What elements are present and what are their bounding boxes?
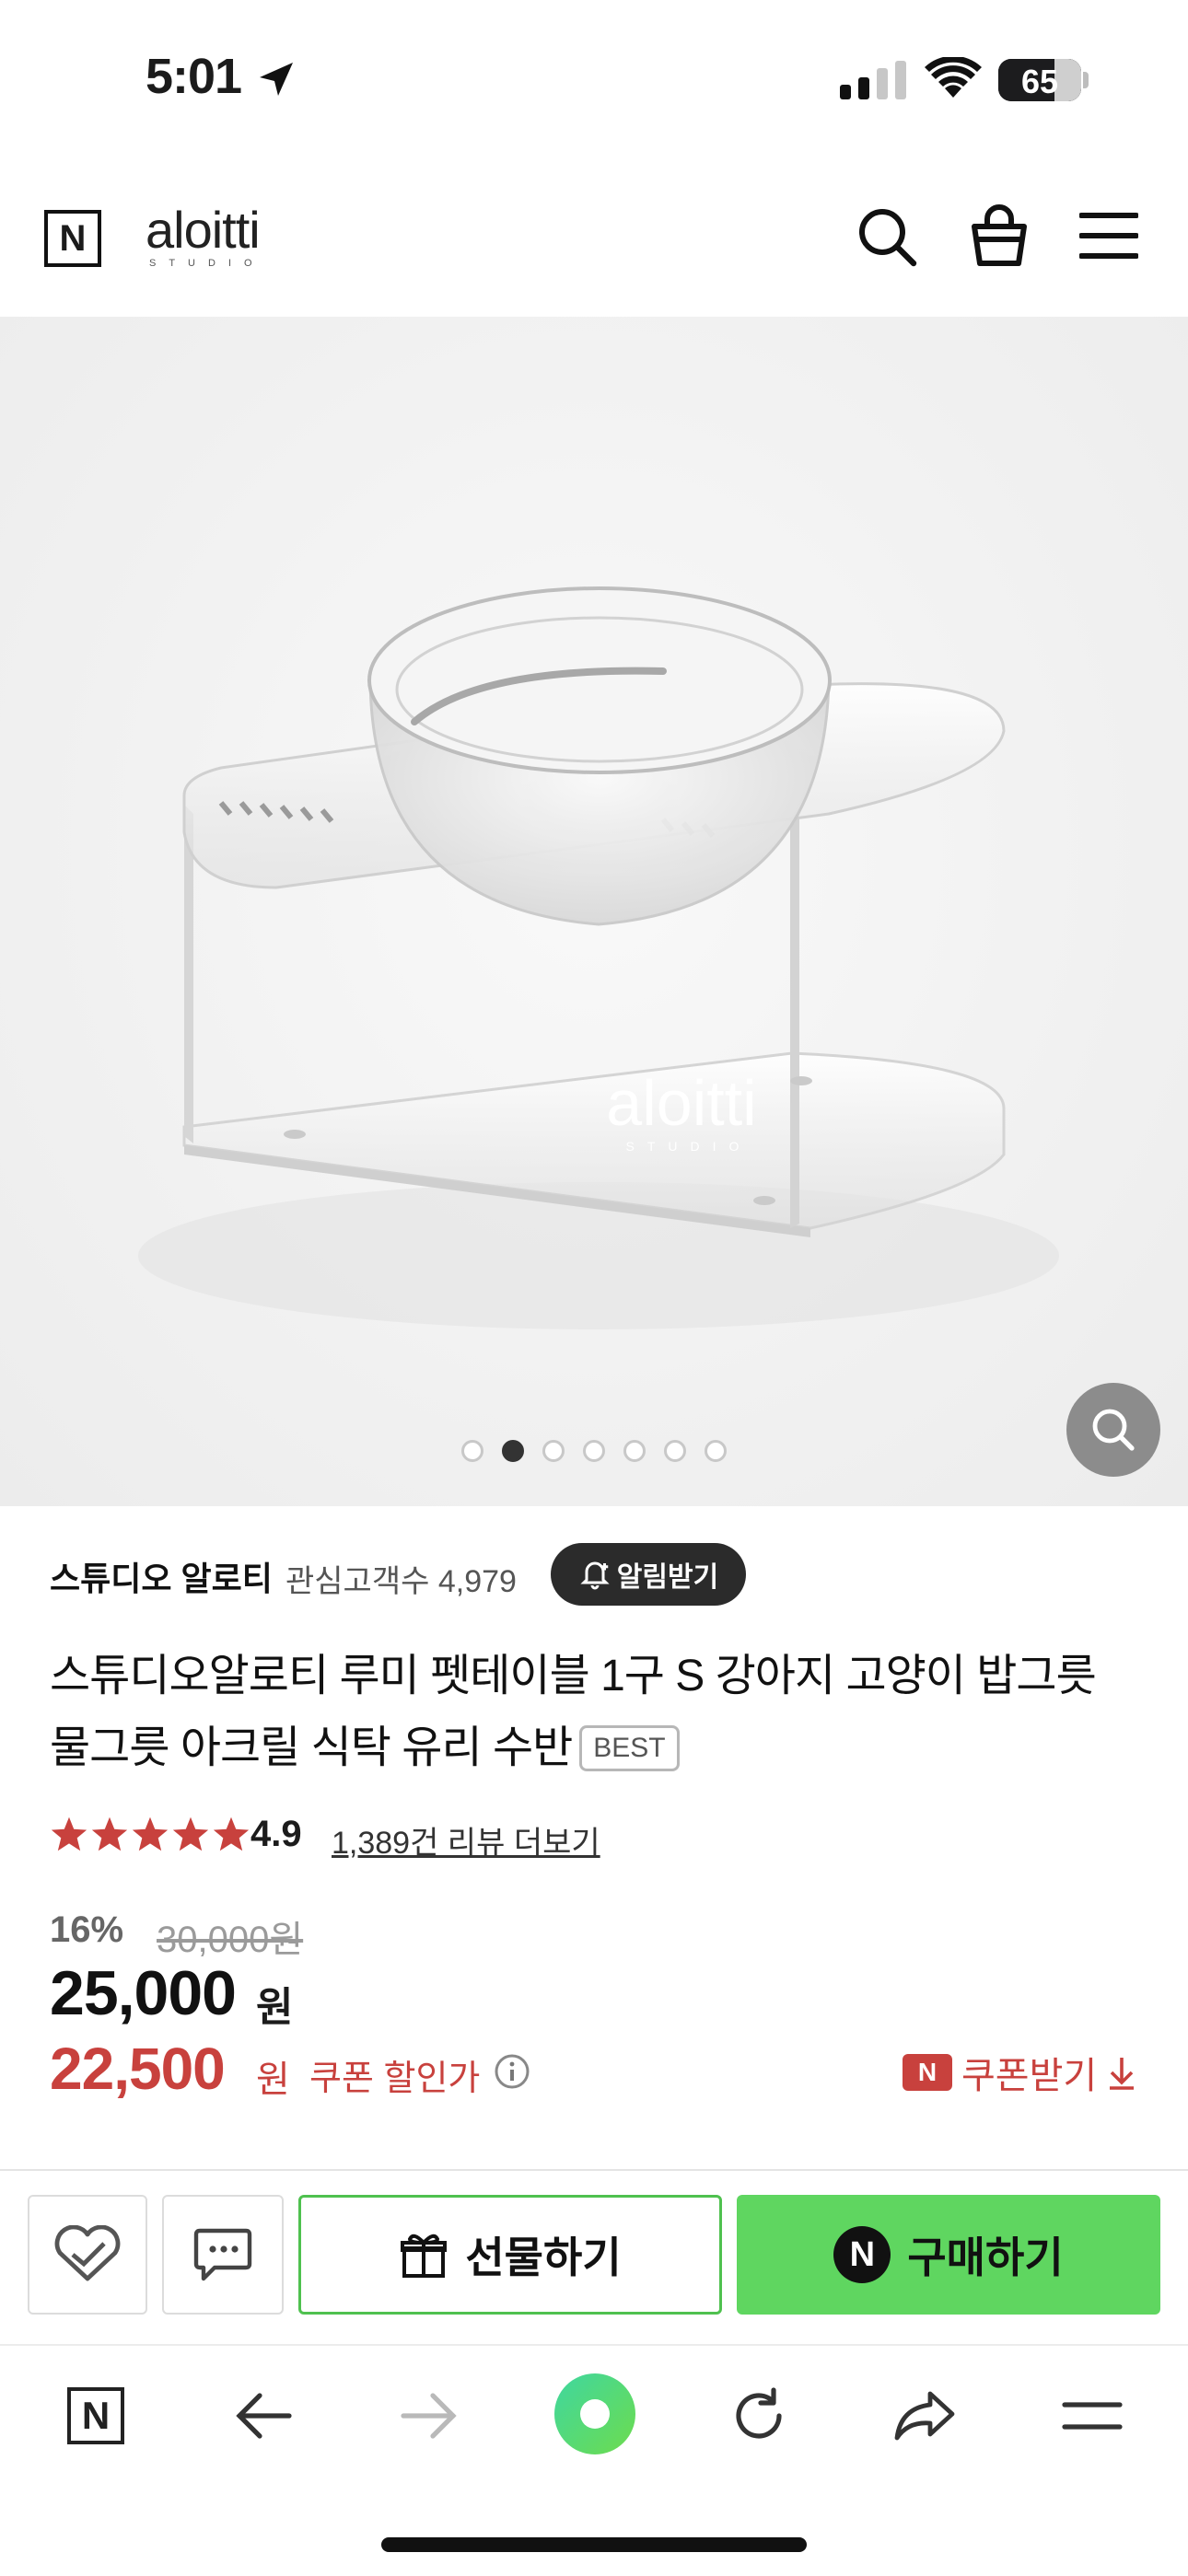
get-coupon-label: 쿠폰받기 [961, 2056, 1098, 2096]
green-dot-icon [554, 2373, 635, 2454]
discount-rate: 16% [50, 1909, 124, 1950]
download-arrow-icon [1110, 2058, 1135, 2090]
battery-level: 65 [1020, 63, 1059, 100]
sale-price-unit: 원 [256, 1985, 294, 2030]
sale-price: 25,000 [50, 1958, 237, 2028]
best-badge: BEST [579, 1725, 680, 1771]
talk-button[interactable] [162, 2195, 284, 2315]
product-title-text: 스튜디오알로티 루미 펫테이블 1구 S 강아지 고양이 밥그릇 물그릇 아크릴… [50, 1652, 1097, 1772]
forward-button[interactable] [392, 2379, 466, 2453]
carousel-dot[interactable] [583, 1440, 605, 1462]
battery-tip [1083, 72, 1089, 88]
home-indicator [381, 2537, 807, 2552]
menu-lines-icon [1062, 2402, 1123, 2430]
original-price: 30,000원 [157, 1920, 304, 1960]
naver-coupon-badge: N [903, 2054, 952, 2091]
refresh-icon [736, 2387, 782, 2439]
buy-button-label: 구매하기 [907, 2234, 1064, 2281]
get-coupon-button[interactable]: N 쿠폰받기 [903, 2046, 1137, 2099]
notify-button[interactable]: 알림받기 [551, 1543, 746, 1606]
hamburger-menu-icon[interactable] [1079, 212, 1138, 260]
carousel-dots[interactable] [0, 1440, 1188, 1462]
share-arrow-icon [894, 2391, 955, 2441]
store-logo-text: aloitti [146, 201, 261, 259]
green-dot-button[interactable] [553, 2372, 637, 2456]
review-link[interactable]: 1,389건 리뷰 더보기 [332, 1817, 600, 1862]
carousel-dot[interactable] [542, 1440, 565, 1462]
carousel-dot[interactable] [664, 1440, 686, 1462]
star-icon [172, 1816, 209, 1851]
store-logo-subtext: STUDIO [149, 258, 265, 269]
shopping-bag-icon[interactable] [969, 204, 1030, 267]
followers-count: 관심고객수 4,979 [285, 1564, 517, 1599]
product-logo-sub: STUDIO [626, 1139, 752, 1154]
wifi-icon [925, 57, 982, 98]
gift-button-label: 선물하기 [465, 2234, 622, 2281]
naver-home-button[interactable]: N [59, 2379, 133, 2453]
status-time: 5:01 [146, 49, 242, 104]
signal-icon [840, 61, 906, 99]
star-icon [51, 1816, 87, 1851]
bell-plus-icon [580, 1561, 610, 1590]
info-icon[interactable] [494, 2053, 530, 2090]
notify-button-label: 알림받기 [616, 1562, 719, 1593]
carousel-dot[interactable] [461, 1440, 483, 1462]
pet-table-illustration: aloitti STUDIO [138, 586, 1059, 1329]
rating-score: 4.9 [250, 1814, 302, 1854]
store-name[interactable]: 스튜디오 알로티 [50, 1552, 273, 1600]
naver-brand-button[interactable]: N [44, 210, 101, 267]
image-zoom-button[interactable] [1066, 1383, 1160, 1477]
star-icon [213, 1816, 250, 1851]
location-arrow-icon [260, 63, 293, 96]
rating-stars [50, 1816, 250, 1852]
naver-pay-badge: N [833, 2226, 891, 2283]
forward-arrow-icon [401, 2393, 457, 2439]
product-image[interactable]: aloitti STUDIO [0, 317, 1188, 1506]
star-icon [132, 1816, 169, 1851]
store-logo[interactable]: aloitti STUDIO [146, 201, 265, 270]
back-button[interactable] [227, 2379, 300, 2453]
search-icon[interactable] [856, 206, 917, 267]
browser-menu-button[interactable] [1055, 2379, 1129, 2453]
carousel-dot[interactable] [705, 1440, 727, 1462]
back-arrow-icon [236, 2393, 292, 2439]
share-button[interactable] [888, 2379, 961, 2453]
gift-button[interactable]: 선물하기 [298, 2195, 722, 2315]
product-logo: aloitti [606, 1067, 756, 1139]
magnifier-icon [1092, 1409, 1135, 1451]
carousel-dot-active[interactable] [502, 1440, 524, 1462]
chat-bubble-icon [193, 2228, 252, 2281]
star-icon [91, 1816, 128, 1851]
heart-check-icon [54, 2225, 121, 2281]
coupon-price: 22,500 [50, 2036, 226, 2102]
battery-indicator: 65 [998, 59, 1081, 101]
wishlist-button[interactable] [28, 2195, 147, 2315]
product-title: 스튜디오알로티 루미 펫테이블 1구 S 강아지 고양이 밥그릇 물그릇 아크릴… [50, 1641, 1146, 1784]
buy-button[interactable]: N 구매하기 [737, 2195, 1160, 2315]
coupon-price-unit: 원 [256, 2060, 290, 2100]
naver-home-icon: N [67, 2387, 124, 2444]
gift-icon [401, 2234, 448, 2278]
coupon-price-label: 쿠폰 할인가 [309, 2060, 481, 2098]
carousel-dot[interactable] [623, 1440, 646, 1462]
refresh-button[interactable] [722, 2379, 796, 2453]
